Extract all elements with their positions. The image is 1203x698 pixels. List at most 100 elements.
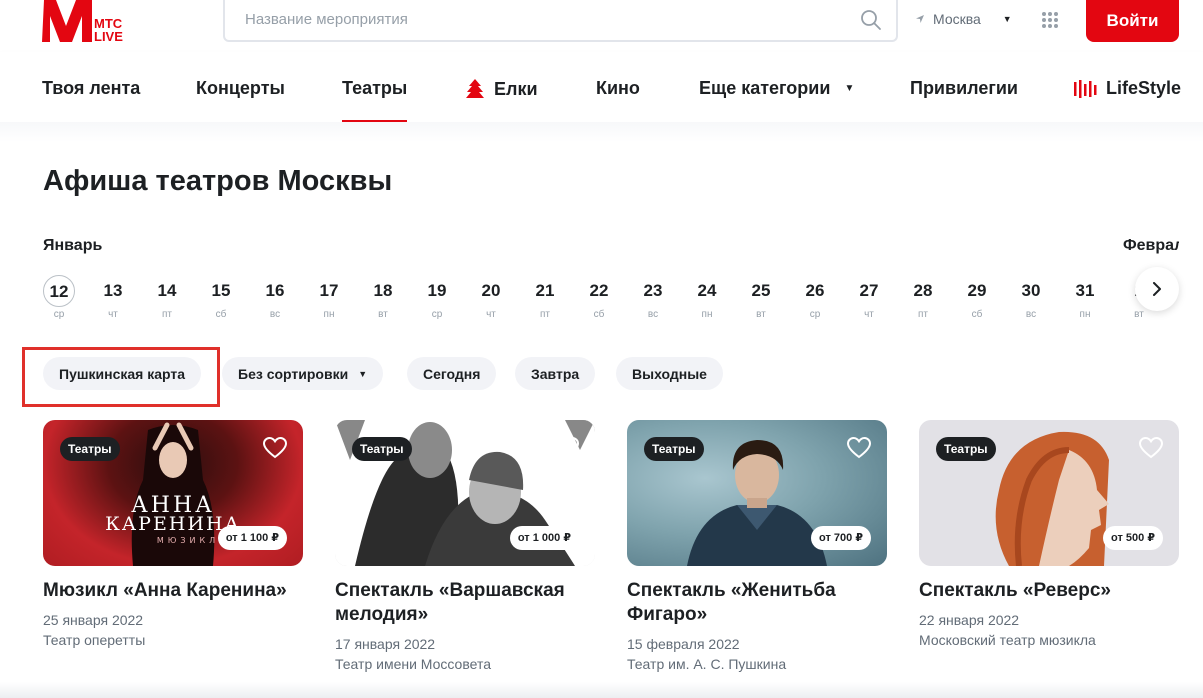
lifestyle-bars-icon [1074, 79, 1097, 98]
calendar-date[interactable]: 24 пн [691, 275, 723, 320]
search-icon[interactable] [860, 9, 882, 31]
heart-icon[interactable] [847, 437, 871, 459]
calendar-date[interactable]: 18 вт [367, 275, 399, 320]
nav-label: Концерты [196, 78, 285, 98]
category-badge: Театры [936, 437, 996, 461]
calendar-date[interactable]: 30 вс [1015, 275, 1047, 320]
nav-item-concerts[interactable]: Концерты [196, 78, 285, 99]
date-number: 31 [1075, 281, 1095, 300]
month-label-next: Февраль [1123, 237, 1179, 254]
date-weekday: вс [647, 309, 659, 320]
city-name: Москва [933, 11, 981, 27]
calendar-date[interactable]: 29 сб [961, 275, 993, 320]
nav-label: Еще категории [699, 78, 831, 98]
filter-label: Завтра [531, 365, 580, 382]
date-weekday: пн [701, 309, 713, 320]
city-selector[interactable]: Москва ▼ [915, 11, 1012, 27]
date-number: 19 [427, 281, 447, 300]
calendar-date[interactable]: 26 ср [799, 275, 831, 320]
nav-item-more-categories[interactable]: Еще категории ▼ [699, 78, 854, 99]
date-number: 28 [913, 281, 933, 300]
search-box[interactable] [223, 0, 898, 42]
event-title[interactable]: Спектакль «Женитьба Фигаро» [627, 579, 887, 627]
nav-item-cinema[interactable]: Кино [596, 78, 640, 99]
date-weekday: пн [1079, 309, 1091, 320]
chevron-right-icon [1153, 282, 1161, 296]
calendar-date[interactable]: 19 ср [421, 275, 453, 320]
date-number: 22 [589, 281, 609, 300]
calendar-date[interactable]: 17 пн [313, 275, 345, 320]
christmas-tree-icon [466, 79, 484, 98]
nav-label: Твоя лента [42, 78, 141, 98]
nav-item-lifestyle[interactable]: LifeStyle [1074, 78, 1181, 99]
category-badge: Театры [60, 437, 120, 461]
apps-grid-icon[interactable] [1041, 11, 1059, 29]
event-title[interactable]: Спектакль «Варшавская мелодия» [335, 579, 595, 627]
calendar-next-button[interactable] [1135, 267, 1179, 311]
event-card[interactable]: АННА КАРЕНИНА МЮЗИКЛ Театры от 1 100 ₽ М… [43, 420, 303, 648]
date-strip: 12 ср 13 чт 14 пт 15 сб 16 вс 17 пн 18 вт 19 ср 20 чт 21 пт… [43, 275, 1163, 325]
filter-weekend[interactable]: Выходные [616, 357, 723, 390]
highlight-annotation-box [22, 347, 220, 407]
heart-icon[interactable] [555, 437, 579, 459]
nav-shadow [0, 122, 1203, 142]
nav-item-theaters[interactable]: Театры [342, 78, 408, 122]
nav-label: Привилегии [910, 78, 1018, 98]
date-number: 21 [535, 281, 555, 300]
search-input[interactable] [245, 0, 845, 38]
date-number: 16 [265, 281, 285, 300]
date-number: 23 [643, 281, 663, 300]
calendar-date[interactable]: 27 чт [853, 275, 885, 320]
date-number: 29 [967, 281, 987, 300]
calendar-date[interactable]: 15 сб [205, 275, 237, 320]
date-weekday: сб [593, 309, 605, 320]
heart-icon[interactable] [263, 437, 287, 459]
event-card[interactable]: Театры от 1 000 ₽ Спектакль «Варшавская … [335, 420, 595, 672]
event-title[interactable]: Мюзикл «Анна Каренина» [43, 579, 303, 603]
date-number: 20 [481, 281, 501, 300]
location-arrow-icon [916, 15, 924, 23]
nav-item-elki[interactable]: Елки [464, 78, 538, 100]
calendar-date[interactable]: 21 пт [529, 275, 561, 320]
event-poster: Театры от 700 ₽ [627, 420, 887, 566]
mts-live-logo[interactable]: МТС LIVE [42, 0, 142, 44]
date-number: 27 [859, 281, 879, 300]
calendar-date[interactable]: 25 вт [745, 275, 777, 320]
calendar-date[interactable]: 12 ср [43, 275, 75, 320]
login-button[interactable]: Войти [1086, 0, 1179, 42]
event-title[interactable]: Спектакль «Реверс» [919, 579, 1179, 603]
calendar-date[interactable]: 22 сб [583, 275, 615, 320]
date-weekday: пт [162, 309, 172, 320]
date-weekday: ср [53, 309, 65, 320]
date-weekday: чт [486, 309, 496, 320]
calendar-date[interactable]: 28 пт [907, 275, 939, 320]
filter-label: Выходные [632, 365, 707, 382]
calendar-date[interactable]: 13 чт [97, 275, 129, 320]
calendar-date[interactable]: 20 чт [475, 275, 507, 320]
event-card[interactable]: Театры от 500 ₽ Спектакль «Реверс» 22 ян… [919, 420, 1179, 648]
filter-label: Без сортировки [238, 365, 349, 382]
nav-item-privileges[interactable]: Привилегии [910, 78, 1018, 99]
date-number: 14 [157, 281, 177, 300]
filter-sorting-dropdown[interactable]: Без сортировки ▼ [222, 357, 384, 390]
event-venue: Театр оперетты [43, 632, 146, 648]
heart-icon[interactable] [1139, 437, 1163, 459]
filter-tomorrow[interactable]: Завтра [515, 357, 596, 390]
filter-label: Сегодня [423, 365, 481, 382]
event-poster: Театры от 1 000 ₽ [335, 420, 595, 566]
nav-label: LifeStyle [1106, 78, 1182, 98]
month-label-current: Январь [43, 237, 103, 254]
chevron-down-icon: ▼ [1002, 14, 1012, 24]
calendar-date[interactable]: 14 пт [151, 275, 183, 320]
filter-today[interactable]: Сегодня [407, 357, 497, 390]
calendar-date[interactable]: 23 вс [637, 275, 669, 320]
calendar-date[interactable]: 31 пн [1069, 275, 1101, 320]
nav-item-feed[interactable]: Твоя лента [42, 78, 140, 99]
price-badge: от 1 100 ₽ [217, 526, 287, 550]
category-badge: Театры [352, 437, 412, 461]
event-date: 22 января 2022 [919, 612, 1020, 628]
calendar-date[interactable]: 16 вс [259, 275, 291, 320]
date-weekday: чт [108, 309, 118, 320]
event-card[interactable]: Театры от 700 ₽ Спектакль «Женитьба Фига… [627, 420, 887, 672]
event-poster: АННА КАРЕНИНА МЮЗИКЛ Театры от 1 100 ₽ [43, 420, 303, 566]
